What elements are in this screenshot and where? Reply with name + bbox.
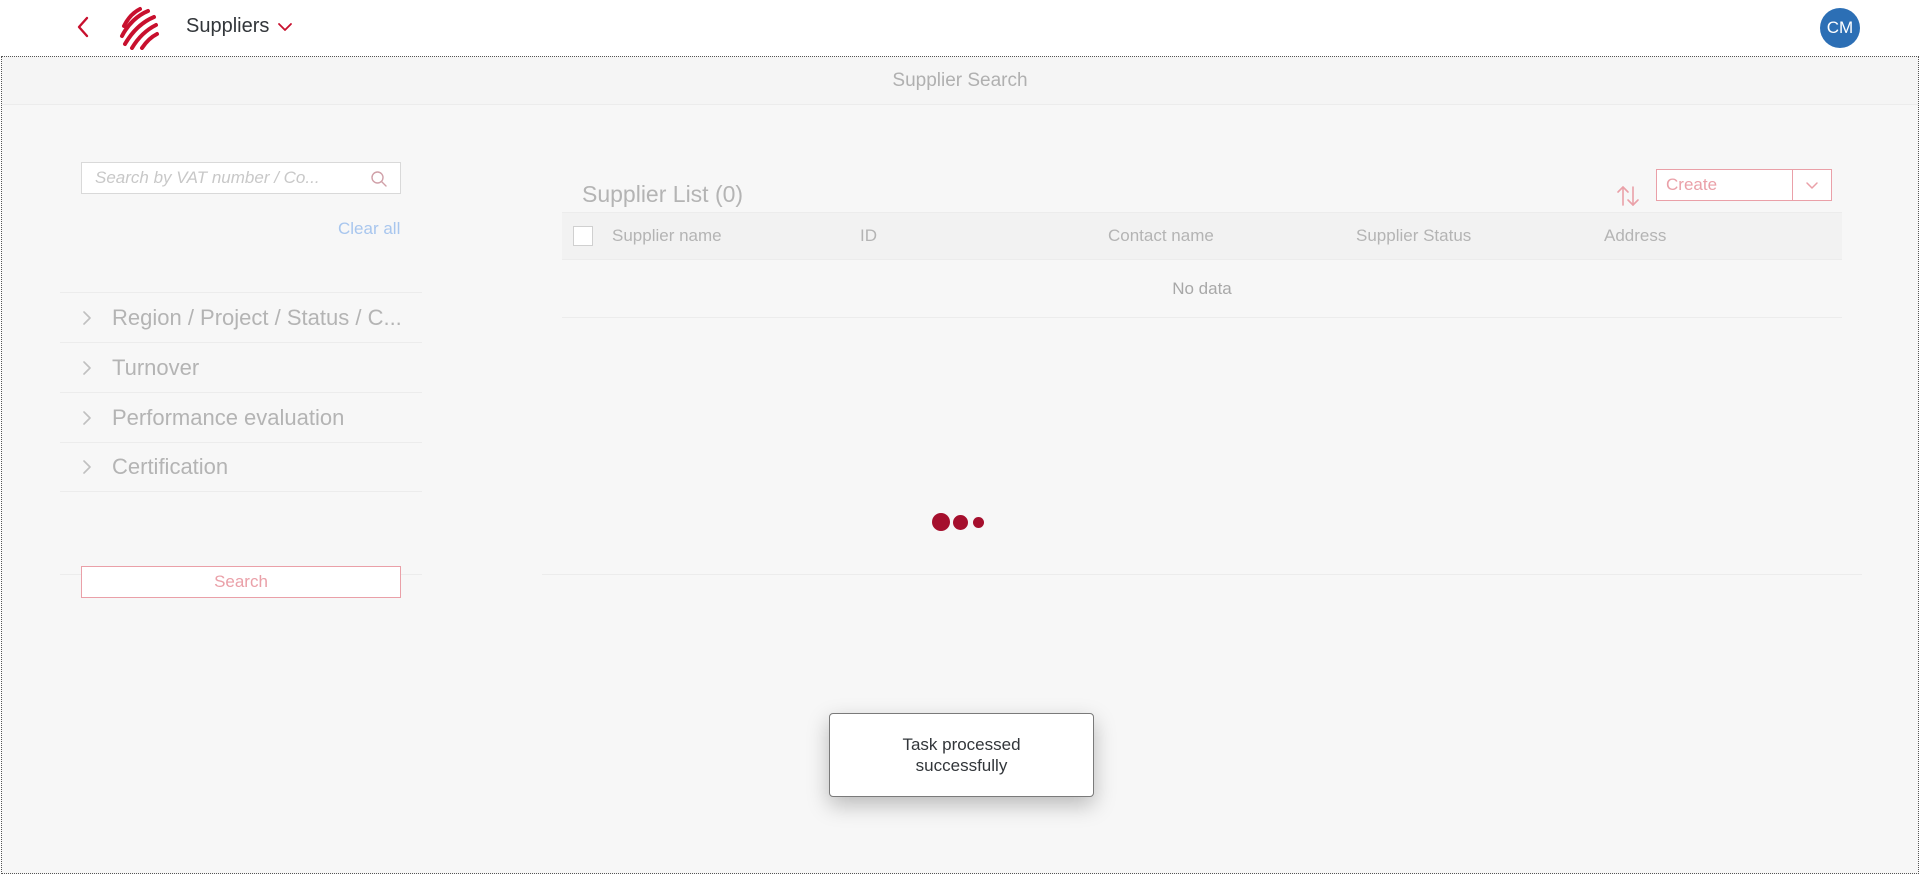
clear-all-link[interactable]: Clear all	[338, 219, 400, 239]
table-empty-row: No data	[562, 260, 1842, 318]
search-icon[interactable]	[370, 170, 388, 188]
filter-section-label: Certification	[112, 454, 229, 479]
select-all-checkbox[interactable]	[573, 226, 593, 246]
filter-section-region[interactable]: Region / Project / Status / C...	[60, 292, 422, 342]
chevron-right-icon	[76, 410, 98, 425]
create-dropdown-toggle[interactable]	[1793, 170, 1831, 200]
filter-section-label: Turnover	[112, 354, 200, 380]
chevron-left-icon	[77, 16, 89, 38]
filter-section-turnover[interactable]: Turnover	[60, 342, 422, 392]
busy-indicator	[932, 513, 984, 531]
filter-panel: Clear all Region / Project / Status / C.…	[60, 157, 422, 598]
column-header-address[interactable]: Address	[1604, 226, 1666, 246]
chevron-down-icon	[1806, 181, 1818, 189]
shell-bar: Suppliers CM	[0, 0, 1920, 56]
search-button[interactable]: Search	[81, 566, 401, 598]
busy-dot	[932, 513, 950, 531]
filter-section-label: Region / Project / Status / C...	[112, 304, 402, 330]
chevron-down-icon	[278, 22, 293, 31]
supplier-list-panel: Supplier List (0) Create Supplier name I…	[542, 157, 1862, 575]
supplier-table: Supplier name ID Contact name Supplier S…	[562, 212, 1842, 318]
chevron-right-icon	[76, 360, 98, 375]
create-button-label[interactable]: Create	[1657, 170, 1793, 200]
chevron-right-icon	[76, 460, 98, 474]
column-header-contact-name[interactable]: Contact name	[1108, 226, 1214, 246]
page-subheader: Supplier Search	[2, 57, 1918, 105]
column-header-id[interactable]: ID	[860, 226, 877, 246]
app-title-menu[interactable]: Suppliers	[186, 15, 293, 38]
busy-dot	[953, 514, 968, 530]
search-input[interactable]	[95, 168, 365, 188]
back-button[interactable]	[72, 14, 94, 40]
chevron-right-icon	[76, 310, 98, 325]
supplier-list-title: Supplier List (0)	[582, 181, 744, 207]
user-avatar[interactable]: CM	[1820, 8, 1860, 48]
busy-dot	[973, 516, 984, 528]
supplier-search-field[interactable]	[81, 162, 401, 194]
filter-section-label: Performance evaluation	[112, 404, 345, 430]
table-header-row: Supplier name ID Contact name Supplier S…	[562, 212, 1842, 260]
filter-section-certification[interactable]: Certification	[60, 442, 422, 492]
page-content: Supplier Search Clear all Region / Proje…	[1, 56, 1919, 874]
company-logo[interactable]	[118, 6, 160, 50]
sort-icon[interactable]	[1614, 183, 1642, 209]
app-title: Suppliers	[186, 15, 270, 37]
logo-icon	[120, 7, 159, 50]
no-data-text: No data	[1172, 278, 1232, 298]
column-header-supplier-name[interactable]: Supplier name	[612, 226, 722, 246]
column-header-supplier-status[interactable]: Supplier Status	[1356, 226, 1471, 246]
toast-message: Task processed successfully	[902, 735, 1021, 775]
page-title: Supplier Search	[892, 69, 1028, 91]
filter-section-performance-evaluation[interactable]: Performance evaluation	[60, 392, 422, 442]
message-toast: Task processed successfully	[829, 713, 1094, 797]
create-menu-button[interactable]: Create	[1656, 169, 1832, 201]
